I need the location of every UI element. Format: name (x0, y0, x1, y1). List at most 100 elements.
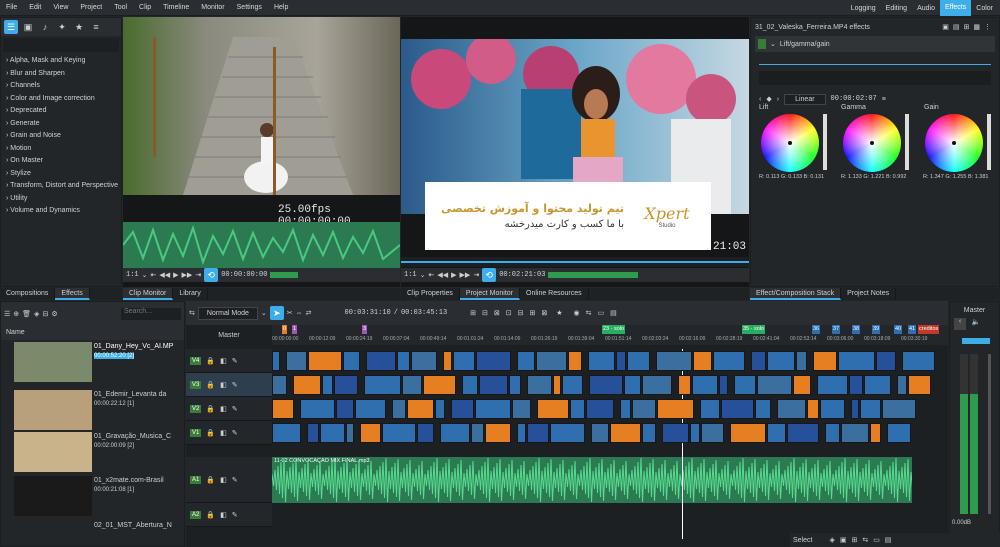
video-clip[interactable] (860, 399, 881, 419)
video-clip[interactable] (678, 375, 691, 395)
out-point-icon[interactable]: ⇥ (195, 271, 201, 279)
video-clip[interactable] (471, 423, 484, 443)
clip-position[interactable]: 00:00:00:00 (221, 271, 267, 279)
eye-icon[interactable]: ✎ (232, 405, 238, 413)
video-clip[interactable] (793, 375, 811, 395)
view-tools[interactable]: ◉⇆▭▤ (574, 309, 623, 317)
menu-project[interactable]: Project (74, 4, 108, 11)
filter-icon[interactable]: ⊟ (42, 310, 48, 318)
ws-logging[interactable]: Logging (846, 5, 881, 12)
video-clip[interactable] (841, 423, 869, 443)
forward-icon[interactable]: ▶▶ (182, 271, 193, 279)
video-clip[interactable] (690, 423, 700, 443)
video-clip[interactable] (713, 351, 745, 371)
razor-icon[interactable]: ✂ (287, 309, 293, 317)
video-clip[interactable] (476, 351, 511, 371)
video-clip[interactable] (512, 399, 531, 419)
bin-item-name[interactable]: 01_Edemir_Levanta da (94, 391, 166, 398)
gain-wheel[interactable] (925, 114, 983, 172)
ws-effects[interactable]: Effects (939, 0, 972, 16)
custom-icon[interactable]: ✦ (55, 20, 69, 34)
video-clip[interactable] (897, 375, 907, 395)
tab-online-resources[interactable]: Online Resources (520, 288, 589, 300)
video-clip[interactable] (307, 423, 319, 443)
mute-icon[interactable]: ◧ (220, 381, 227, 389)
bin-item-name[interactable]: 01_Gravação_Musica_C (94, 433, 171, 440)
marker[interactable]: 37 (832, 325, 841, 334)
video-clip[interactable] (443, 351, 452, 371)
marker[interactable]: 23 - solo (602, 325, 626, 334)
tab-project-monitor[interactable]: Project Monitor (459, 288, 520, 300)
video-clip[interactable] (849, 375, 863, 395)
menu-file[interactable]: File (0, 4, 23, 11)
timeline-position[interactable]: 00:03:31:10 (345, 309, 391, 317)
video-clip[interactable] (453, 351, 475, 371)
video-clip[interactable] (320, 423, 345, 443)
video-clip[interactable] (876, 351, 896, 371)
video-clip[interactable] (721, 399, 754, 419)
track-header[interactable]: A2 🔒 ◧ ✎ (186, 503, 272, 527)
video-clip[interactable] (334, 375, 358, 395)
video-clip[interactable] (701, 423, 724, 443)
category-item[interactable]: › Volume and Dynamics (1, 205, 121, 218)
lock-icon[interactable]: 🔒 (206, 357, 215, 365)
settings-icon[interactable]: ⚙ (51, 310, 57, 318)
video-clip[interactable] (517, 351, 535, 371)
mute-icon[interactable]: ◧ (220, 429, 227, 437)
tab-effects[interactable]: Effects (55, 288, 90, 300)
star-icon[interactable]: ★ (556, 309, 562, 317)
marker[interactable]: 39 (872, 325, 881, 334)
video-clip[interactable] (272, 375, 287, 395)
keyframe-ruler[interactable] (759, 57, 991, 65)
loop-icon[interactable]: ⟲ (482, 268, 497, 282)
menu-edit[interactable]: Edit (23, 4, 47, 11)
bin-search-input[interactable]: Search... (121, 308, 181, 320)
forward-icon[interactable]: ▶▶ (460, 271, 471, 279)
video-clip[interactable] (692, 375, 718, 395)
video-clip[interactable] (272, 351, 280, 371)
video-clip[interactable] (355, 399, 386, 419)
video-clip[interactable] (300, 399, 335, 419)
track-header[interactable]: V4 🔒 ◧ ✎ (186, 349, 272, 373)
in-point-icon[interactable]: ⇤ (150, 271, 156, 279)
video-clip[interactable] (620, 399, 631, 419)
category-item[interactable]: › Color and Image correction (1, 93, 121, 106)
ws-color[interactable]: Color (971, 5, 998, 12)
video-clip[interactable] (517, 423, 526, 443)
video-icon[interactable]: ▣ (21, 20, 35, 34)
video-clip[interactable] (817, 375, 848, 395)
stack-toolbar-icons[interactable]: ▣▤⊞▦⋮ (942, 23, 995, 31)
video-clip[interactable] (796, 351, 807, 371)
loop-icon[interactable]: ⟲ (204, 268, 219, 282)
favorite-icon[interactable]: ★ (72, 20, 86, 34)
lock-icon[interactable]: 🔒 (206, 511, 215, 519)
video-clip[interactable] (807, 399, 819, 419)
video-clip[interactable] (777, 399, 806, 419)
track-header[interactable]: V1 🔒 ◧ ✎ (186, 421, 272, 445)
video-clip[interactable] (851, 399, 859, 419)
chevron-down-icon[interactable]: ⌄ (142, 271, 148, 279)
edit-mode-select[interactable]: Normal Mode (197, 306, 258, 320)
tab-project-notes[interactable]: Project Notes (841, 288, 897, 300)
video-clip[interactable] (662, 423, 689, 443)
lift-wheel[interactable] (761, 114, 819, 172)
video-clip[interactable] (751, 351, 766, 371)
video-clip[interactable] (813, 351, 837, 371)
mute-icon[interactable]: ◧ (220, 511, 227, 519)
mute-icon[interactable]: ◧ (220, 357, 227, 365)
list-icon[interactable]: ☰ (4, 20, 18, 34)
chevron-down-icon[interactable]: ⌄ (420, 271, 426, 279)
video-clip[interactable] (360, 423, 381, 443)
video-clip[interactable] (343, 351, 360, 371)
in-point-icon[interactable]: ⇤ (428, 271, 434, 279)
video-clip[interactable] (392, 399, 406, 419)
marker[interactable]: 3 (362, 325, 368, 334)
video-clip[interactable] (550, 423, 585, 443)
video-clip[interactable] (366, 351, 396, 371)
next-keyframe-icon[interactable]: › (777, 96, 779, 103)
video-clip[interactable] (417, 423, 434, 443)
delete-icon[interactable]: 🗑 (22, 310, 31, 318)
category-item[interactable]: › Stylize (1, 168, 121, 181)
category-item[interactable]: › Blur and Sharpen (1, 68, 121, 81)
video-clip[interactable] (382, 423, 416, 443)
